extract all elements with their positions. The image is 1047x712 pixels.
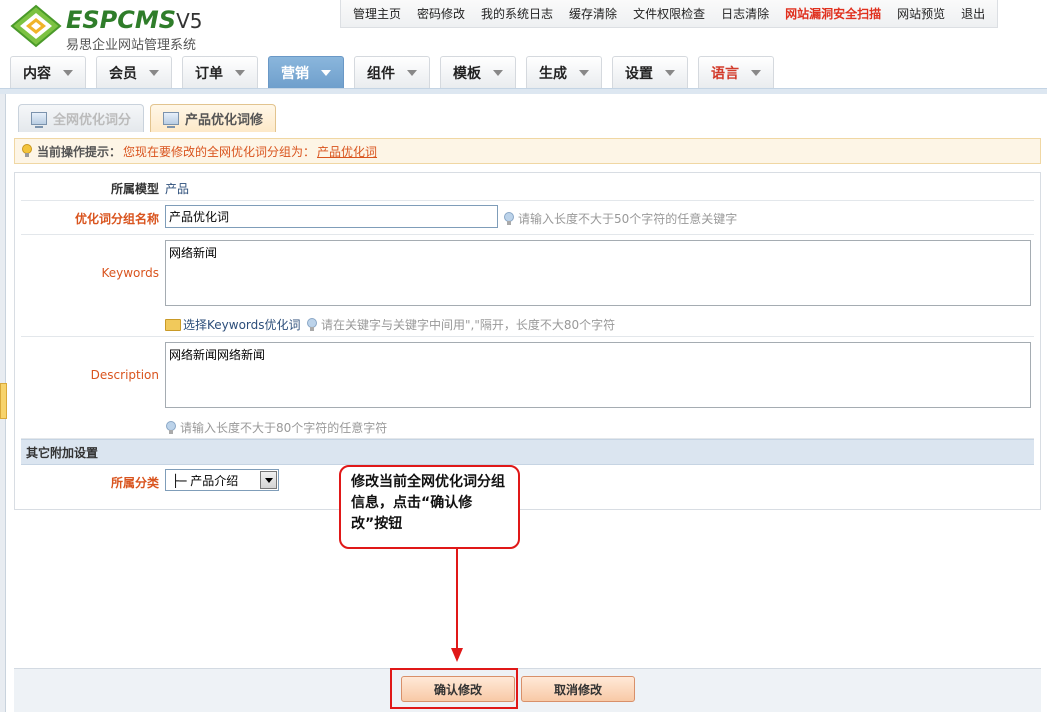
group-name-hint: 请输入长度不大于50个字符的任意关键字 (503, 210, 737, 227)
form-row-description: Description 网络新闻网络新闻 请输入长度不大于80个字符的任意字符 (21, 337, 1034, 439)
top-link-clear-cache[interactable]: 缓存清除 (561, 5, 625, 22)
top-links-bar: 管理主页 密码修改 我的系统日志 缓存清除 文件权限检查 日志清除 网站漏洞安全… (340, 0, 999, 28)
description-label: Description (90, 368, 159, 382)
chevron-down-icon (149, 69, 159, 76)
model-label: 所属模型 (110, 182, 159, 196)
nav-tab-component[interactable]: 组件 (354, 56, 430, 88)
notice-group-link[interactable]: 产品优化词 (317, 143, 377, 160)
chevron-down-icon (63, 69, 73, 76)
top-link-security-scan[interactable]: 网站漏洞安全扫描 (777, 5, 889, 22)
section-title: 其它附加设置 (21, 439, 1034, 465)
confirm-highlight-box (390, 668, 518, 709)
sub-tab-global-keywords[interactable]: 全网优化词分 (18, 104, 145, 132)
monitor-icon (163, 112, 180, 128)
lightbulb-icon (22, 144, 32, 157)
chevron-down-icon (665, 69, 675, 76)
chevron-down-icon (407, 69, 417, 76)
lightbulb-icon (166, 420, 176, 434)
nav-tab-order[interactable]: 订单 (182, 56, 258, 88)
annotation-arrow-head (451, 648, 463, 662)
nav-divider (0, 88, 1047, 94)
category-label: 所属分类 (110, 476, 159, 490)
chevron-down-icon (493, 69, 503, 76)
logo-title: ESPCMSV5 (66, 6, 203, 34)
operation-notice: 当前操作提示： 您现在要修改的全网优化词分组为： 产品优化词 (14, 138, 1041, 164)
top-link-password[interactable]: 密码修改 (409, 5, 473, 22)
keywords-hint: 请在关键字与关键字中间用","隔开，长度不大80个字符 (306, 316, 615, 333)
top-link-home[interactable]: 管理主页 (345, 5, 409, 22)
description-textarea[interactable]: 网络新闻网络新闻 (165, 342, 1031, 408)
form-row-category: 所属分类 ├─ 产品介绍 (21, 465, 1034, 497)
chevron-down-icon (579, 69, 589, 76)
keywords-picker-link[interactable]: 选择Keywords优化词 (165, 316, 301, 333)
category-select[interactable]: ├─ 产品介绍 (165, 469, 279, 491)
sidebar-toggle-handle[interactable] (0, 383, 7, 419)
top-link-my-log[interactable]: 我的系统日志 (473, 5, 561, 22)
nav-tab-settings[interactable]: 设置 (612, 56, 688, 88)
form-row-keywords: Keywords 网络新闻 选择Keywords优化词 请在关键字与关键字中间用… (21, 235, 1034, 337)
annotation-callout: 修改当前全网优化词分组信息，点击“确认修改”按钮 (339, 465, 520, 549)
folder-icon (165, 318, 181, 331)
chevron-down-icon (235, 69, 245, 76)
nav-tab-template[interactable]: 模板 (440, 56, 516, 88)
nav-tab-member[interactable]: 会员 (96, 56, 172, 88)
form-row-model: 所属模型 产品 (21, 173, 1034, 201)
lightbulb-icon (307, 317, 317, 331)
annotation-arrow-line (456, 549, 458, 651)
lightbulb-icon (504, 211, 514, 225)
top-link-logout[interactable]: 退出 (953, 5, 993, 22)
edit-form: 所属模型 产品 优化词分组名称 请输入长度不大于50个字符的任意关键字 Keyw… (14, 172, 1041, 510)
nav-tab-content[interactable]: 内容 (10, 56, 86, 88)
top-link-file-permission[interactable]: 文件权限检查 (625, 5, 713, 22)
logo-subtitle: 易思企业网站管理系统 (66, 38, 197, 53)
chevron-down-icon (321, 69, 331, 76)
description-hint: 请输入长度不大于80个字符的任意字符 (165, 419, 387, 436)
group-name-label: 优化词分组名称 (74, 212, 159, 226)
cancel-edit-button[interactable]: 取消修改 (521, 676, 635, 702)
nav-tab-marketing[interactable]: 营销 (268, 56, 344, 88)
nav-tab-generate[interactable]: 生成 (526, 56, 602, 88)
content-panel: 全网优化词分 产品优化词修 当前操作提示： 您现在要修改的全网优化词分组为： 产… (14, 98, 1041, 510)
form-row-group-name: 优化词分组名称 请输入长度不大于50个字符的任意关键字 (21, 201, 1034, 235)
nav-tab-language[interactable]: 语言 (698, 56, 774, 88)
logo-mark-icon (10, 4, 62, 48)
model-value: 产品 (165, 182, 190, 196)
chevron-down-icon (751, 69, 761, 76)
keywords-textarea[interactable]: 网络新闻 (165, 240, 1031, 306)
sub-tabs: 全网优化词分 产品优化词修 (14, 98, 1041, 132)
group-name-input[interactable] (165, 205, 498, 228)
dropdown-arrow-icon[interactable] (260, 471, 277, 489)
top-link-preview[interactable]: 网站预览 (889, 5, 953, 22)
monitor-icon (31, 112, 47, 128)
main-nav: 内容 会员 订单 营销 组件 模板 生成 设置 语言 (10, 56, 784, 88)
keywords-label: Keywords (101, 266, 159, 280)
top-link-clear-log[interactable]: 日志清除 (713, 5, 777, 22)
header: ESPCMSV5 易思企业网站管理系统 管理主页 密码修改 我的系统日志 缓存清… (0, 0, 1047, 90)
logo: ESPCMSV5 易思企业网站管理系统 (10, 4, 230, 53)
sub-tab-product-keywords[interactable]: 产品优化词修 (150, 104, 277, 132)
